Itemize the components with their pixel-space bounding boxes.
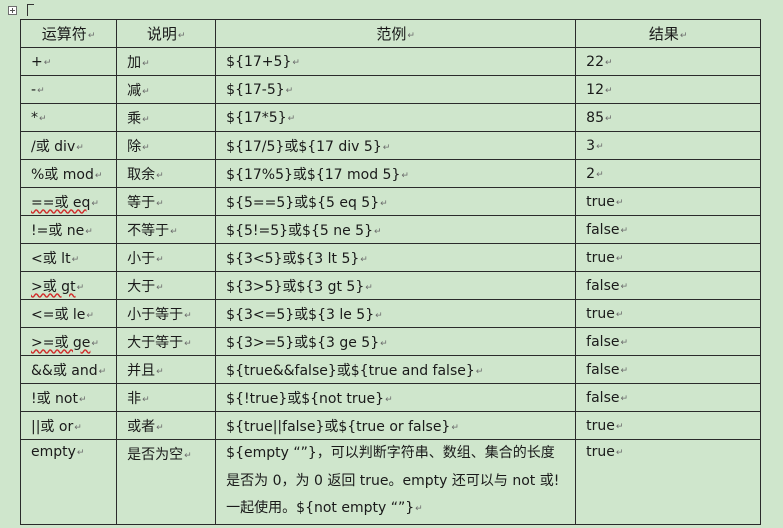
cell-result: 22↵ bbox=[575, 47, 762, 76]
cell-operator: -↵ bbox=[19, 75, 118, 104]
cell-example: ${5==5}或${5 eq 5}↵ bbox=[215, 187, 577, 216]
table-row: >或 gt↵ 大于↵ ${3>5}或${3 gt 5}↵ false↵ bbox=[19, 271, 762, 300]
cell-example: ${5!=5}或${5 ne 5}↵ bbox=[215, 215, 577, 244]
cell-description: 是否为空↵ bbox=[116, 439, 217, 525]
cell-description: 并且↵ bbox=[116, 355, 217, 384]
table-move-handle-icon[interactable] bbox=[8, 6, 17, 15]
table-row: empty↵ 是否为空↵ ${empty “”}，可以判断字符串、数组、集合的长… bbox=[19, 439, 762, 525]
table-row: >=或 ge↵ 大于等于↵ ${3>=5}或${3 ge 5}↵ false↵ bbox=[19, 327, 762, 356]
cell-operator: ||或 or↵ bbox=[19, 411, 118, 440]
cell-description: 小于等于↵ bbox=[116, 299, 217, 328]
cell-result: true↵ bbox=[575, 187, 762, 216]
cell-result: 3↵ bbox=[575, 131, 762, 160]
cell-result: true↵ bbox=[575, 243, 762, 272]
cell-result: 12↵ bbox=[575, 75, 762, 104]
cell-operator: /或 div↵ bbox=[19, 131, 118, 160]
cell-operator: >或 gt↵ bbox=[19, 271, 118, 300]
header-result: 结果↵ bbox=[575, 19, 762, 48]
cell-operator: +↵ bbox=[19, 47, 118, 76]
cell-operator: %或 mod↵ bbox=[19, 159, 118, 188]
cell-description: 取余↵ bbox=[116, 159, 217, 188]
cell-example: ${!true}或${not true}↵ bbox=[215, 383, 577, 412]
cell-example: ${true||false}或${true or false}↵ bbox=[215, 411, 577, 440]
cell-result: true↵ bbox=[575, 439, 762, 525]
table-row: <=或 le↵ 小于等于↵ ${3<=5}或${3 le 5}↵ true↵ bbox=[19, 299, 762, 328]
cell-example: ${empty “”}，可以判断字符串、数组、集合的长度是否为 0，为 0 返回… bbox=[215, 439, 577, 525]
table-row: <或 lt↵ 小于↵ ${3<5}或${3 lt 5}↵ true↵ bbox=[19, 243, 762, 272]
table-row: -↵ 减↵ ${17-5}↵ 12↵ bbox=[19, 75, 762, 104]
cell-result: false↵ bbox=[575, 327, 762, 356]
cell-description: 不等于↵ bbox=[116, 215, 217, 244]
cell-operator: !或 not↵ bbox=[19, 383, 118, 412]
cell-description: 等于↵ bbox=[116, 187, 217, 216]
table-header-row: 运算符↵ 说明↵ 范例↵ 结果↵ bbox=[19, 19, 762, 48]
cell-example: ${3<5}或${3 lt 5}↵ bbox=[215, 243, 577, 272]
cell-result: false↵ bbox=[575, 271, 762, 300]
header-operator: 运算符↵ bbox=[19, 19, 118, 48]
cell-description: 或者↵ bbox=[116, 411, 217, 440]
cell-example: ${17*5}↵ bbox=[215, 103, 577, 132]
cell-operator: !=或 ne↵ bbox=[19, 215, 118, 244]
table-row: /或 div↵ 除↵ ${17/5}或${17 div 5}↵ 3↵ bbox=[19, 131, 762, 160]
cell-operator: &&或 and↵ bbox=[19, 355, 118, 384]
cell-result: 2↵ bbox=[575, 159, 762, 188]
cell-description: 加↵ bbox=[116, 47, 217, 76]
cell-example: ${17/5}或${17 div 5}↵ bbox=[215, 131, 577, 160]
cell-description: 减↵ bbox=[116, 75, 217, 104]
cell-operator: ==或 eq↵ bbox=[19, 187, 118, 216]
cell-example: ${17%5}或${17 mod 5}↵ bbox=[215, 159, 577, 188]
cell-operator: <或 lt↵ bbox=[19, 243, 118, 272]
cell-result: true↵ bbox=[575, 299, 762, 328]
document-page: 运算符↵ 说明↵ 范例↵ 结果↵ +↵ 加↵ ${17+5}↵ 22↵ -↵ 减… bbox=[0, 0, 783, 528]
cell-description: 非↵ bbox=[116, 383, 217, 412]
text-cursor bbox=[27, 4, 34, 16]
cell-description: 除↵ bbox=[116, 131, 217, 160]
header-example: 范例↵ bbox=[215, 19, 577, 48]
cell-operator: *↵ bbox=[19, 103, 118, 132]
cell-example: ${3<=5}或${3 le 5}↵ bbox=[215, 299, 577, 328]
cell-example: ${17+5}↵ bbox=[215, 47, 577, 76]
table-row: ==或 eq↵ 等于↵ ${5==5}或${5 eq 5}↵ true↵ bbox=[19, 187, 762, 216]
cell-result: false↵ bbox=[575, 383, 762, 412]
cell-result: false↵ bbox=[575, 215, 762, 244]
table-row: !或 not↵ 非↵ ${!true}或${not true}↵ false↵ bbox=[19, 383, 762, 412]
cell-description: 乘↵ bbox=[116, 103, 217, 132]
cell-result: false↵ bbox=[575, 355, 762, 384]
cell-operator: >=或 ge↵ bbox=[19, 327, 118, 356]
cell-description: 大于↵ bbox=[116, 271, 217, 300]
cell-result: true↵ bbox=[575, 411, 762, 440]
table-row: *↵ 乘↵ ${17*5}↵ 85↵ bbox=[19, 103, 762, 132]
header-description: 说明↵ bbox=[116, 19, 217, 48]
cell-example: ${3>5}或${3 gt 5}↵ bbox=[215, 271, 577, 300]
table-row: +↵ 加↵ ${17+5}↵ 22↵ bbox=[19, 47, 762, 76]
cell-description: 小于↵ bbox=[116, 243, 217, 272]
cell-example: ${true&&false}或${true and false}↵ bbox=[215, 355, 577, 384]
cell-operator: empty↵ bbox=[19, 439, 118, 525]
cell-description: 大于等于↵ bbox=[116, 327, 217, 356]
cell-result: 85↵ bbox=[575, 103, 762, 132]
table-row: &&或 and↵ 并且↵ ${true&&false}或${true and f… bbox=[19, 355, 762, 384]
cell-example: ${17-5}↵ bbox=[215, 75, 577, 104]
table-row: !=或 ne↵ 不等于↵ ${5!=5}或${5 ne 5}↵ false↵ bbox=[19, 215, 762, 244]
table-row: ||或 or↵ 或者↵ ${true||false}或${true or fal… bbox=[19, 411, 762, 440]
cell-operator: <=或 le↵ bbox=[19, 299, 118, 328]
table-row: %或 mod↵ 取余↵ ${17%5}或${17 mod 5}↵ 2↵ bbox=[19, 159, 762, 188]
operator-table: 运算符↵ 说明↵ 范例↵ 结果↵ +↵ 加↵ ${17+5}↵ 22↵ -↵ 减… bbox=[19, 19, 762, 525]
cell-example: ${3>=5}或${3 ge 5}↵ bbox=[215, 327, 577, 356]
